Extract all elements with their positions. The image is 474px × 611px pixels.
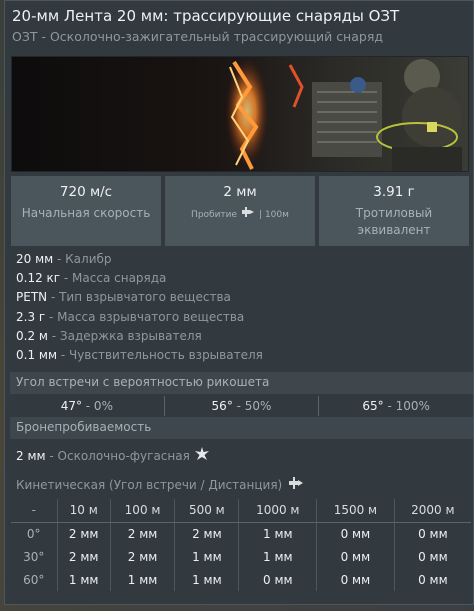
explosion-icon — [194, 447, 209, 464]
table-row: 0° 2 мм 2 мм 2 мм 1 мм 0 мм 0 мм — [11, 522, 471, 545]
spec-caliber: 20 мм - Калибр — [16, 252, 263, 271]
spec-value: PETN — [16, 290, 48, 305]
penetration-icon — [288, 477, 304, 492]
he-penetration-label: - Осколочно-фугасная — [45, 448, 190, 463]
table-cell: 1 мм — [174, 545, 239, 568]
penetration-label-row: Пробитие | 100м — [165, 207, 315, 224]
ricochet-values: 47° - 0% 56° - 50% 65° - 100% — [10, 396, 473, 416]
ricochet-item: 56° - 50% — [165, 396, 320, 416]
spec-label: - Масса взрывчатого вещества — [45, 309, 245, 324]
spec-value: 2.3 г — [16, 309, 46, 324]
table-cell: 2 мм — [109, 522, 175, 545]
table-cell: 0 мм — [393, 568, 471, 591]
row-angle: 60° — [23, 572, 45, 587]
shell-specs-list: 20 мм - Калибр 0.12 кг - Масса снаряда P… — [16, 252, 263, 367]
penetration-value: 2 мм — [223, 184, 257, 200]
spec-label: - Калибр — [53, 252, 112, 266]
he-penetration-row: 2 мм - Осколочно-фугасная — [16, 447, 209, 464]
ricochet-angle: 56° — [211, 399, 233, 413]
kinetic-penetration-label: Кинетическая (Угол встречи / Дистанция) — [16, 477, 283, 492]
spec-label: - Тип взрывчатого вещества — [47, 290, 231, 305]
table-cell: 0 мм — [316, 545, 395, 568]
table-cell: 1 мм — [109, 568, 175, 591]
tooltip-subtitle: ОЗТ - Осколочно-зажигательный трассирующ… — [12, 29, 383, 44]
column-header: - — [11, 499, 57, 523]
penetration-section-header: Бронепробиваемость — [10, 417, 473, 439]
ammo-tooltip: 20-мм Лента 20 мм: трассирующие снаряды … — [4, 0, 474, 605]
penetration-icon — [241, 207, 255, 224]
spec-fuse-sensitivity: 0.1 мм - Чувствительность взрывателя — [16, 348, 263, 367]
kinetic-penetration-label-row: Кинетическая (Угол встречи / Дистанция) — [16, 477, 304, 492]
table-cell: 2 мм — [56, 522, 111, 545]
column-header: 500 м — [174, 499, 239, 523]
ricochet-angle: 47° — [60, 399, 82, 413]
ricochet-probability: - 100% — [383, 399, 430, 413]
table-cell: 2 мм — [174, 522, 239, 545]
column-header: 1000 м — [238, 499, 317, 523]
table-cell: 0 мм — [393, 545, 471, 568]
tnt-equivalent-stat: 3.91 г Тротиловый эквивалент — [319, 176, 469, 246]
ricochet-section-header: Угол встречи с вероятностью рикошета — [10, 372, 473, 394]
muzzle-velocity-stat: 720 м/с Начальная скорость — [11, 176, 161, 246]
table-cell: 0 мм — [238, 568, 317, 591]
spec-label: - Масса снаряда — [60, 271, 167, 286]
table-cell: 0 мм — [393, 522, 471, 545]
table-row: 60° 1 мм 1 мм 1 мм 0 мм 0 мм 0 мм — [11, 568, 471, 591]
penetration-stat: 2 мм Пробитие | 100м — [165, 176, 315, 246]
spec-fuse-delay: 0.2 м - Задержка взрывателя — [16, 329, 263, 348]
table-cell: 0 мм — [316, 568, 395, 591]
tnt-equivalent-label: Тротиловый эквивалент — [355, 206, 433, 237]
column-header: 10 м — [56, 499, 111, 523]
table-header-row: - 10 м 100 м 500 м 1000 м 1500 м 2000 м — [11, 499, 471, 523]
spec-explosive-mass: 2.3 г - Масса взрывчатого вещества — [16, 310, 263, 329]
tooltip-title: 20-мм Лента 20 мм: трассирующие снаряды … — [12, 7, 400, 25]
row-angle: 30° — [23, 549, 45, 564]
spec-label: - Чувствительность взрывателя — [57, 347, 263, 362]
muzzle-velocity-label: Начальная скорость — [21, 206, 151, 220]
ricochet-item: 47° - 0% — [10, 396, 165, 416]
he-penetration-value: 2 мм — [16, 448, 46, 463]
spec-value: 0.1 мм — [16, 347, 58, 362]
row-angle: 0° — [26, 526, 41, 541]
table-cell: 0 мм — [316, 522, 395, 545]
spec-value: 20 мм — [16, 252, 54, 266]
penetration-label: Пробитие — [191, 210, 238, 220]
spec-explosive-type: PETN - Тип взрывчатого вещества — [16, 290, 263, 309]
table-cell: 1 мм — [238, 545, 317, 568]
column-header: 1500 м — [316, 499, 395, 523]
ricochet-item: 65° - 100% — [319, 396, 473, 416]
penetration-distance: | 100м — [259, 210, 289, 220]
column-header: 100 м — [109, 499, 175, 523]
shell-hit-preview-image — [11, 56, 469, 172]
stats-row: 720 м/с Начальная скорость 2 мм Пробитие… — [11, 176, 469, 246]
table-cell: 1 мм — [174, 568, 239, 591]
tnt-equivalent-value: 3.91 г — [373, 184, 415, 200]
muzzle-velocity-value: 720 м/с — [59, 184, 113, 200]
spec-label: - Задержка взрывателя — [47, 328, 202, 343]
table-cell: 2 мм — [56, 545, 111, 568]
spec-shell-mass: 0.12 кг - Масса снаряда — [16, 271, 263, 290]
table-cell: 1 мм — [56, 568, 111, 591]
table-row: 30° 2 мм 2 мм 1 мм 1 мм 0 мм 0 мм — [11, 545, 471, 568]
spec-value: 0.2 м — [16, 328, 48, 343]
ricochet-probability: - 50% — [232, 399, 272, 413]
ricochet-probability: - 0% — [81, 399, 113, 413]
table-cell: 1 мм — [238, 522, 317, 545]
spec-value: 0.12 кг — [16, 271, 61, 286]
ricochet-angle: 65° — [362, 399, 384, 413]
column-header: 2000 м — [393, 499, 471, 523]
kinetic-penetration-table: - 10 м 100 м 500 м 1000 м 1500 м 2000 м … — [11, 499, 471, 591]
table-cell: 2 мм — [109, 545, 175, 568]
